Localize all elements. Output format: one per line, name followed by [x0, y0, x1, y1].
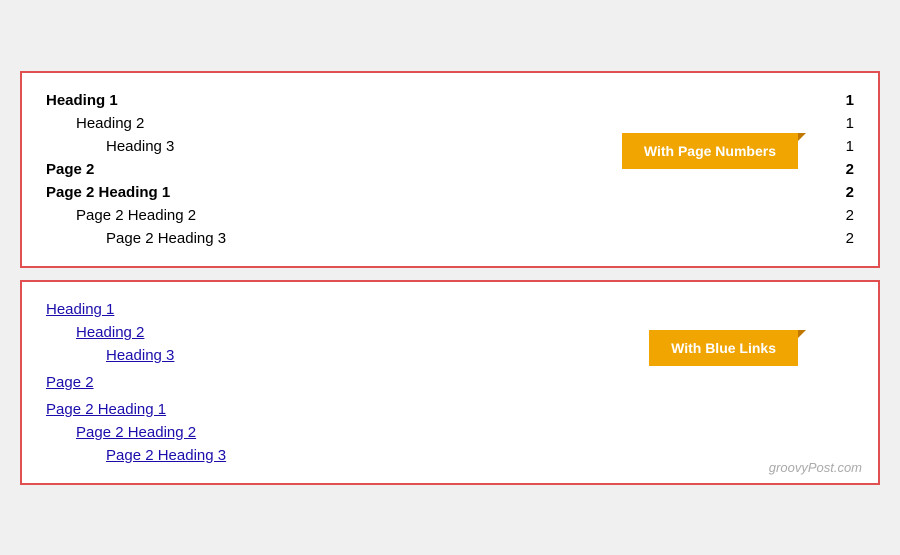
toc-label: Page 2 Heading 2	[46, 207, 834, 224]
toc-label: Heading 2	[46, 115, 834, 132]
toc-num: 2	[834, 207, 854, 224]
toc-label: Page 2	[46, 374, 854, 391]
toc-label: Page 2 Heading 1	[46, 184, 834, 201]
watermark: groovyPost.com	[769, 460, 862, 475]
badge-label: With Blue Links	[649, 330, 798, 366]
table-row: Heading 1 1	[46, 89, 854, 112]
badge-fold-icon	[798, 133, 806, 141]
table-row: Page 2 Heading 1 2	[46, 181, 854, 204]
badge-fold-icon	[798, 330, 806, 338]
table-row: Page 2 Heading 3 2	[46, 227, 854, 250]
toc-label: Page 2 Heading 1	[46, 401, 854, 418]
toc-label: Page 2 Heading 3	[46, 230, 834, 247]
toc-label: Page 2 Heading 2	[46, 424, 854, 441]
toc-label: Page 2 Heading 3	[46, 447, 854, 464]
toc-label: Heading 1	[46, 301, 854, 318]
toc-box-page-numbers: Heading 1 1 Heading 2 1 Heading 3 1 Page…	[20, 71, 880, 268]
toc-num: 2	[834, 230, 854, 247]
table-row: Heading 2 1	[46, 112, 854, 135]
toc-label: Heading 1	[46, 92, 834, 109]
toc-num: 1	[834, 92, 854, 109]
table-row[interactable]: Page 2 Heading 3	[46, 444, 854, 467]
table-row: Page 2 Heading 2 2	[46, 204, 854, 227]
table-row[interactable]: Page 2 Heading 2	[46, 421, 854, 444]
badge-label: With Page Numbers	[622, 133, 798, 169]
badge-with-blue-links: With Blue Links	[649, 330, 798, 366]
toc-box-blue-links: Heading 1 Heading 2 Heading 3 Page 2 Pag…	[20, 280, 880, 485]
table-row[interactable]: Page 2	[46, 371, 854, 394]
table-row[interactable]: Heading 1	[46, 298, 854, 321]
toc-num: 2	[834, 161, 854, 178]
toc-num: 1	[834, 138, 854, 155]
toc-num: 2	[834, 184, 854, 201]
badge-with-page-numbers: With Page Numbers	[622, 133, 798, 169]
toc-num: 1	[834, 115, 854, 132]
table-row[interactable]: Page 2 Heading 1	[46, 398, 854, 421]
